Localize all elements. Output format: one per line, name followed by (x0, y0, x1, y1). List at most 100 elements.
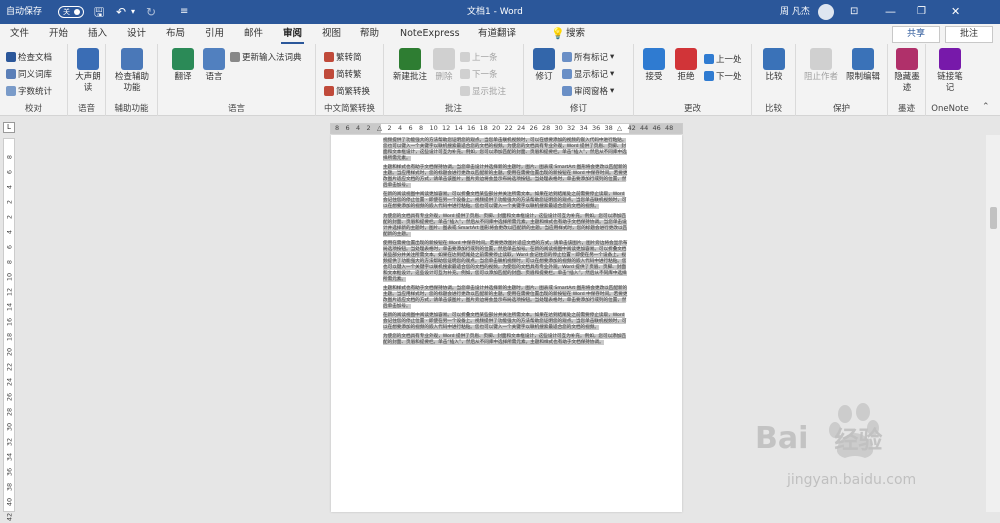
paragraph[interactable]: 为使您的文档具有专业外观，Word 提供了页眉、页脚、封面和文本框设计，这些设计… (383, 334, 629, 346)
tab-selector[interactable]: L (3, 122, 15, 133)
tab-youdao[interactable]: 有道翻译 (478, 24, 516, 44)
document-page[interactable]: 视频提供了功能强大的方法帮助您证明您的观点。当您单击联机视频时，可以在想要添加的… (331, 135, 682, 512)
redo-icon[interactable]: ↻ (146, 0, 156, 24)
paragraph[interactable]: 主题和样式也有助于文档保持协调。当您单击设计并选择新的主题时，图片、图表或 Sm… (383, 286, 629, 310)
vertical-ruler[interactable]: 8 6 4 2 2 4 6 8 10 12 14 16 18 20 22 24 26 28 30 32 34 36 38 40… (3, 138, 15, 521)
group-label-tracking: 修订 (569, 104, 587, 114)
spellcheck-icon (6, 51, 16, 62)
lock-icon (852, 48, 874, 70)
tab-design[interactable]: 设计 (127, 24, 146, 44)
show-markup-button[interactable]: 显示标记 ▾ (562, 67, 614, 80)
watermark-brand: Bai 经验 (755, 421, 883, 456)
thesaurus-button[interactable]: 同义词库 (6, 67, 52, 80)
restore-icon[interactable]: ❐ (917, 0, 926, 24)
scrollbar-thumb[interactable] (990, 207, 997, 229)
user-name[interactable]: 周 凡杰 (780, 0, 810, 24)
group-protect: 阻止作者 限制编辑 保护 (796, 44, 888, 116)
book-icon (6, 68, 16, 79)
vruler-tick-19: 32 (5, 437, 14, 447)
tab-insert[interactable]: 插入 (88, 24, 107, 44)
tab-references[interactable]: 引用 (205, 24, 224, 44)
paragraph[interactable]: 在新的阅读视图中阅读更加容易。可以折叠文档某些部分并关注所需文本。如果在达到结尾… (383, 313, 629, 331)
paragraph[interactable]: 在新的阅读视图中阅读更加容易。可以折叠文档某些部分并关注所需文本。如果在达到结尾… (383, 192, 629, 210)
vertical-scrollbar[interactable] (986, 135, 1000, 512)
show-comments-button[interactable]: 显示批注 (460, 84, 506, 97)
undo-icon[interactable]: ↶ (116, 0, 126, 24)
tab-home[interactable]: 开始 (49, 24, 68, 44)
language-button[interactable]: 语言 (200, 48, 228, 83)
title-bar: 自动保存 关 🖫 ↶ ▾ ↻ ≡ 文档1 - Word 周 凡杰 ⊡ — ❐ ✕ (0, 0, 1000, 24)
group-comments: 新建批注 删除 上一条 下一条 显示批注 批注 (384, 44, 524, 116)
trad-to-simp-button[interactable]: 繁转简 (324, 50, 362, 63)
compare-button[interactable]: 比较 (760, 48, 788, 83)
tab-noteexpress[interactable]: NoteExpress (400, 24, 460, 44)
language-icon (203, 48, 225, 70)
ribbon-display-icon[interactable]: ⊡ (850, 0, 858, 24)
restrict-editing-button[interactable]: 限制编辑 (842, 48, 884, 83)
lightbulb-icon: 💡 (551, 27, 565, 40)
previous-change-button[interactable]: 上一处 (704, 52, 742, 65)
group-compare: 比较 比较 (752, 44, 796, 116)
new-comment-button[interactable]: 新建批注 (390, 48, 430, 83)
chevron-down-icon: ▾ (610, 68, 615, 79)
accept-button[interactable]: 接受 (640, 48, 668, 83)
word-count-button[interactable]: 字数统计 (6, 84, 52, 97)
ruler-margin-marker-right: △ (617, 124, 622, 132)
autosave-toggle[interactable]: 关 (58, 6, 84, 18)
paragraph[interactable]: 为使您的文档具有专业外观，Word 提供了页眉、页脚、封面和文本框设计，这些设计… (383, 213, 629, 238)
translate-button[interactable]: 翻译 (168, 48, 198, 83)
minimize-icon[interactable]: — (885, 0, 896, 24)
tab-file[interactable]: 文件 (10, 24, 29, 44)
search-box[interactable]: 搜索 (566, 24, 585, 44)
check-document-button[interactable]: 检查文档 (6, 50, 52, 63)
hide-ink-button[interactable]: 隐藏墨迹 (892, 48, 922, 94)
paragraph[interactable]: 使用在需要位置出现的新按钮在 Word 中保存时间。若要更改图片适应文档的方式，… (383, 240, 629, 283)
undo-dropdown-icon[interactable]: ▾ (131, 0, 135, 24)
tab-layout[interactable]: 布局 (166, 24, 185, 44)
chinese-conversion-button[interactable]: 简繁转换 (324, 84, 370, 97)
collapse-ribbon-icon[interactable]: ⌃ (982, 102, 990, 112)
paragraph[interactable]: 主题和样式也有助于文档保持协调。当您单击设计并选择新的主题时，图片、图表或 Sm… (383, 165, 629, 189)
read-aloud-button[interactable]: 大声朗读 (74, 48, 102, 94)
next-change-button[interactable]: 下一处 (704, 69, 742, 82)
vruler-tick-9: 12 (5, 287, 14, 297)
tab-help[interactable]: 帮助 (360, 24, 379, 44)
translate-icon (172, 48, 194, 70)
track-changes-button[interactable]: 修订 (530, 48, 558, 83)
reject-button[interactable]: 拒绝 (672, 48, 700, 83)
group-label-comments: 批注 (444, 104, 462, 114)
ruler-tick-2: 6 (408, 124, 413, 132)
horizontal-ruler[interactable]: 8 6 4 2 △ 2 4 6 8 10 12 14 16 18 20 22 24 26 28 30 32 34 36 38 △… (330, 123, 683, 134)
group-label-ink: 墨迹 (897, 104, 915, 114)
tab-review[interactable]: 审阅 (280, 24, 305, 44)
simp-to-trad-button[interactable]: 简转繁 (324, 67, 362, 80)
linked-notes-button[interactable]: 链接笔记 (936, 48, 964, 94)
customize-qat-icon[interactable]: ≡ (180, 0, 188, 24)
document-body[interactable]: 视频提供了功能强大的方法帮助您证明您的观点。当您单击联机视频时，可以在想要添加的… (383, 138, 629, 349)
previous-comment-button[interactable]: 上一条 (460, 50, 498, 63)
group-chinese-conversion: 繁转简 简转繁 简繁转换 中文简繁转换 (316, 44, 384, 116)
next-comment-button[interactable]: 下一条 (460, 67, 498, 80)
ruler-end-3: 48 (665, 124, 674, 132)
markup-select[interactable]: 所有标记 ▾ (562, 50, 614, 63)
check-accessibility-button[interactable]: 检查辅助功能 (112, 48, 152, 94)
tab-mailings[interactable]: 邮件 (244, 24, 263, 44)
avatar[interactable] (818, 4, 834, 20)
delete-comment-button[interactable]: 删除 (432, 48, 456, 83)
ruler-end-0: 42 (627, 124, 636, 132)
comments-button[interactable]: 批注 (945, 26, 993, 43)
tab-view[interactable]: 视图 (322, 24, 341, 44)
share-button[interactable]: 共享 (892, 26, 940, 43)
reviewing-pane-button[interactable]: 审阅窗格 ▾ (562, 84, 614, 97)
next-change-icon (704, 70, 714, 81)
close-icon[interactable]: ✕ (951, 0, 960, 24)
vruler-tick-23: 40 (5, 497, 14, 507)
ruler-tick-1: 4 (398, 124, 403, 132)
onenote-icon (939, 48, 961, 70)
update-ime-dictionary-button[interactable]: 更新输入法词典 (230, 50, 302, 63)
block-authors-button[interactable]: 阻止作者 (800, 48, 842, 83)
ruler-end-2: 46 (652, 124, 661, 132)
paragraph[interactable]: 视频提供了功能强大的方法帮助您证明您的观点。当您单击联机视频时，可以在想要添加的… (383, 138, 629, 162)
save-icon[interactable]: 🖫 (94, 0, 104, 24)
vruler-tick-6: 6 (5, 244, 14, 250)
